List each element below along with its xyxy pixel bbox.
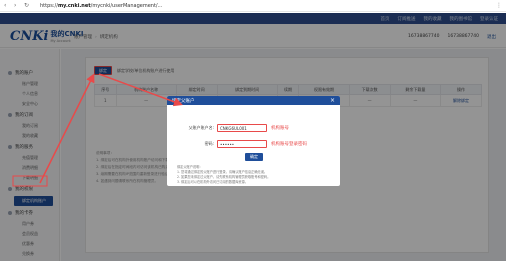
dialog-header: 绑定父账户 × (167, 96, 340, 105)
password-label: 密码: (204, 141, 214, 146)
confirm-button[interactable]: 确定 (245, 153, 263, 161)
account-row: 父账户账户名: CNKG6UL001 机构账号 (167, 123, 340, 133)
url-domain: my.cnki.net (57, 2, 91, 9)
account-input[interactable]: CNKG6UL001 (217, 124, 267, 132)
browser-menu-icon[interactable]: ⋮ (496, 2, 502, 9)
page: ‹ › ↻ https://my.cnki.net/mycnki/userMan… (0, 0, 506, 261)
url-path: /mycnki/userManagement/... (90, 2, 163, 9)
url-prefix: https:// (40, 2, 58, 9)
dialog-note-line: 3. 绑定后可以在机构外访问已订阅的数据库资源。 (177, 180, 248, 184)
forward-icon[interactable]: › (14, 0, 20, 12)
dialog-title: 绑定父账户 (172, 98, 195, 104)
account-annotation: 机构账号 (271, 126, 289, 131)
account-label: 父账户账户名: (188, 125, 214, 130)
password-row: 密码: •••••• 机构账号登录密码 (167, 139, 340, 149)
back-icon[interactable]: ‹ (4, 0, 10, 12)
password-input[interactable]: •••••• (217, 140, 267, 148)
bind-parent-account-dialog: 绑定父账户 × 父账户账户名: CNKG6UL001 机构账号 密码: ••••… (167, 96, 340, 186)
dialog-notes: 绑定父账户说明： 1. 您将通过绑定的父账户进行登录，请确认账户信息正确无误。 … (177, 165, 335, 185)
password-annotation: 机构账号登录密码 (271, 142, 307, 147)
url-text[interactable]: https://my.cnki.net/mycnki/userManagemen… (40, 0, 162, 12)
close-icon[interactable]: × (330, 96, 335, 105)
browser-address-bar: ‹ › ↻ https://my.cnki.net/mycnki/userMan… (0, 0, 506, 12)
reload-icon[interactable]: ↻ (24, 0, 30, 12)
